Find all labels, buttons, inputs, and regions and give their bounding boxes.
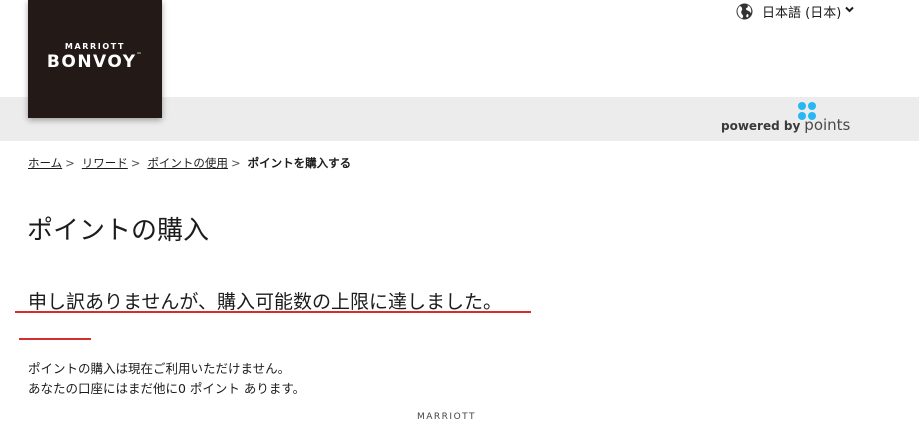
globe-icon — [736, 3, 753, 19]
breadcrumb-home[interactable]: ホーム — [28, 155, 62, 171]
language-selector[interactable]: 日本語 (日本) — [736, 2, 863, 21]
page-title: ポイントの購入 — [27, 216, 210, 246]
info-text: ポイントの購入は現在ご利用いただけません。 あなたの口座にはまだ他に0 ポイント… — [28, 359, 305, 399]
powered-by-points: powered by points — [721, 103, 850, 135]
info-line-unavailable: ポイントの購入は現在ご利用いただけません。 — [28, 361, 291, 376]
powered-by-text: powered by — [721, 119, 801, 133]
breadcrumb-separator: > — [130, 156, 141, 170]
info-line-balance: あなたの口座にはまだ他に0 ポイント あります。 — [28, 381, 306, 396]
breadcrumb-separator: > — [65, 156, 75, 170]
points-brand-text: points — [804, 116, 851, 134]
breadcrumb: ホーム > リワード > ポイントの使用 > ポイントを購入する — [28, 155, 351, 171]
language-label: 日本語 (日本) — [762, 5, 842, 21]
logo-trademark: ™ — [136, 52, 144, 58]
logo-top-text: MARRIOTT — [64, 42, 126, 51]
breadcrumb-separator: > — [230, 156, 241, 170]
annotation-underline — [15, 311, 531, 313]
breadcrumb-rewards[interactable]: リワード — [82, 155, 128, 171]
breadcrumb-use-points[interactable]: ポイントの使用 — [147, 155, 228, 171]
marriott-bonvoy-logo[interactable]: MARRIOTT BONVOY™ — [28, 0, 162, 118]
annotation-underline — [19, 338, 91, 340]
logo-main-text: BONVOY™ — [28, 52, 162, 72]
breadcrumb-current: ポイントを購入する — [247, 156, 352, 170]
chevron-down-icon — [845, 6, 863, 16]
logo-main-word: BONVOY — [46, 52, 137, 72]
